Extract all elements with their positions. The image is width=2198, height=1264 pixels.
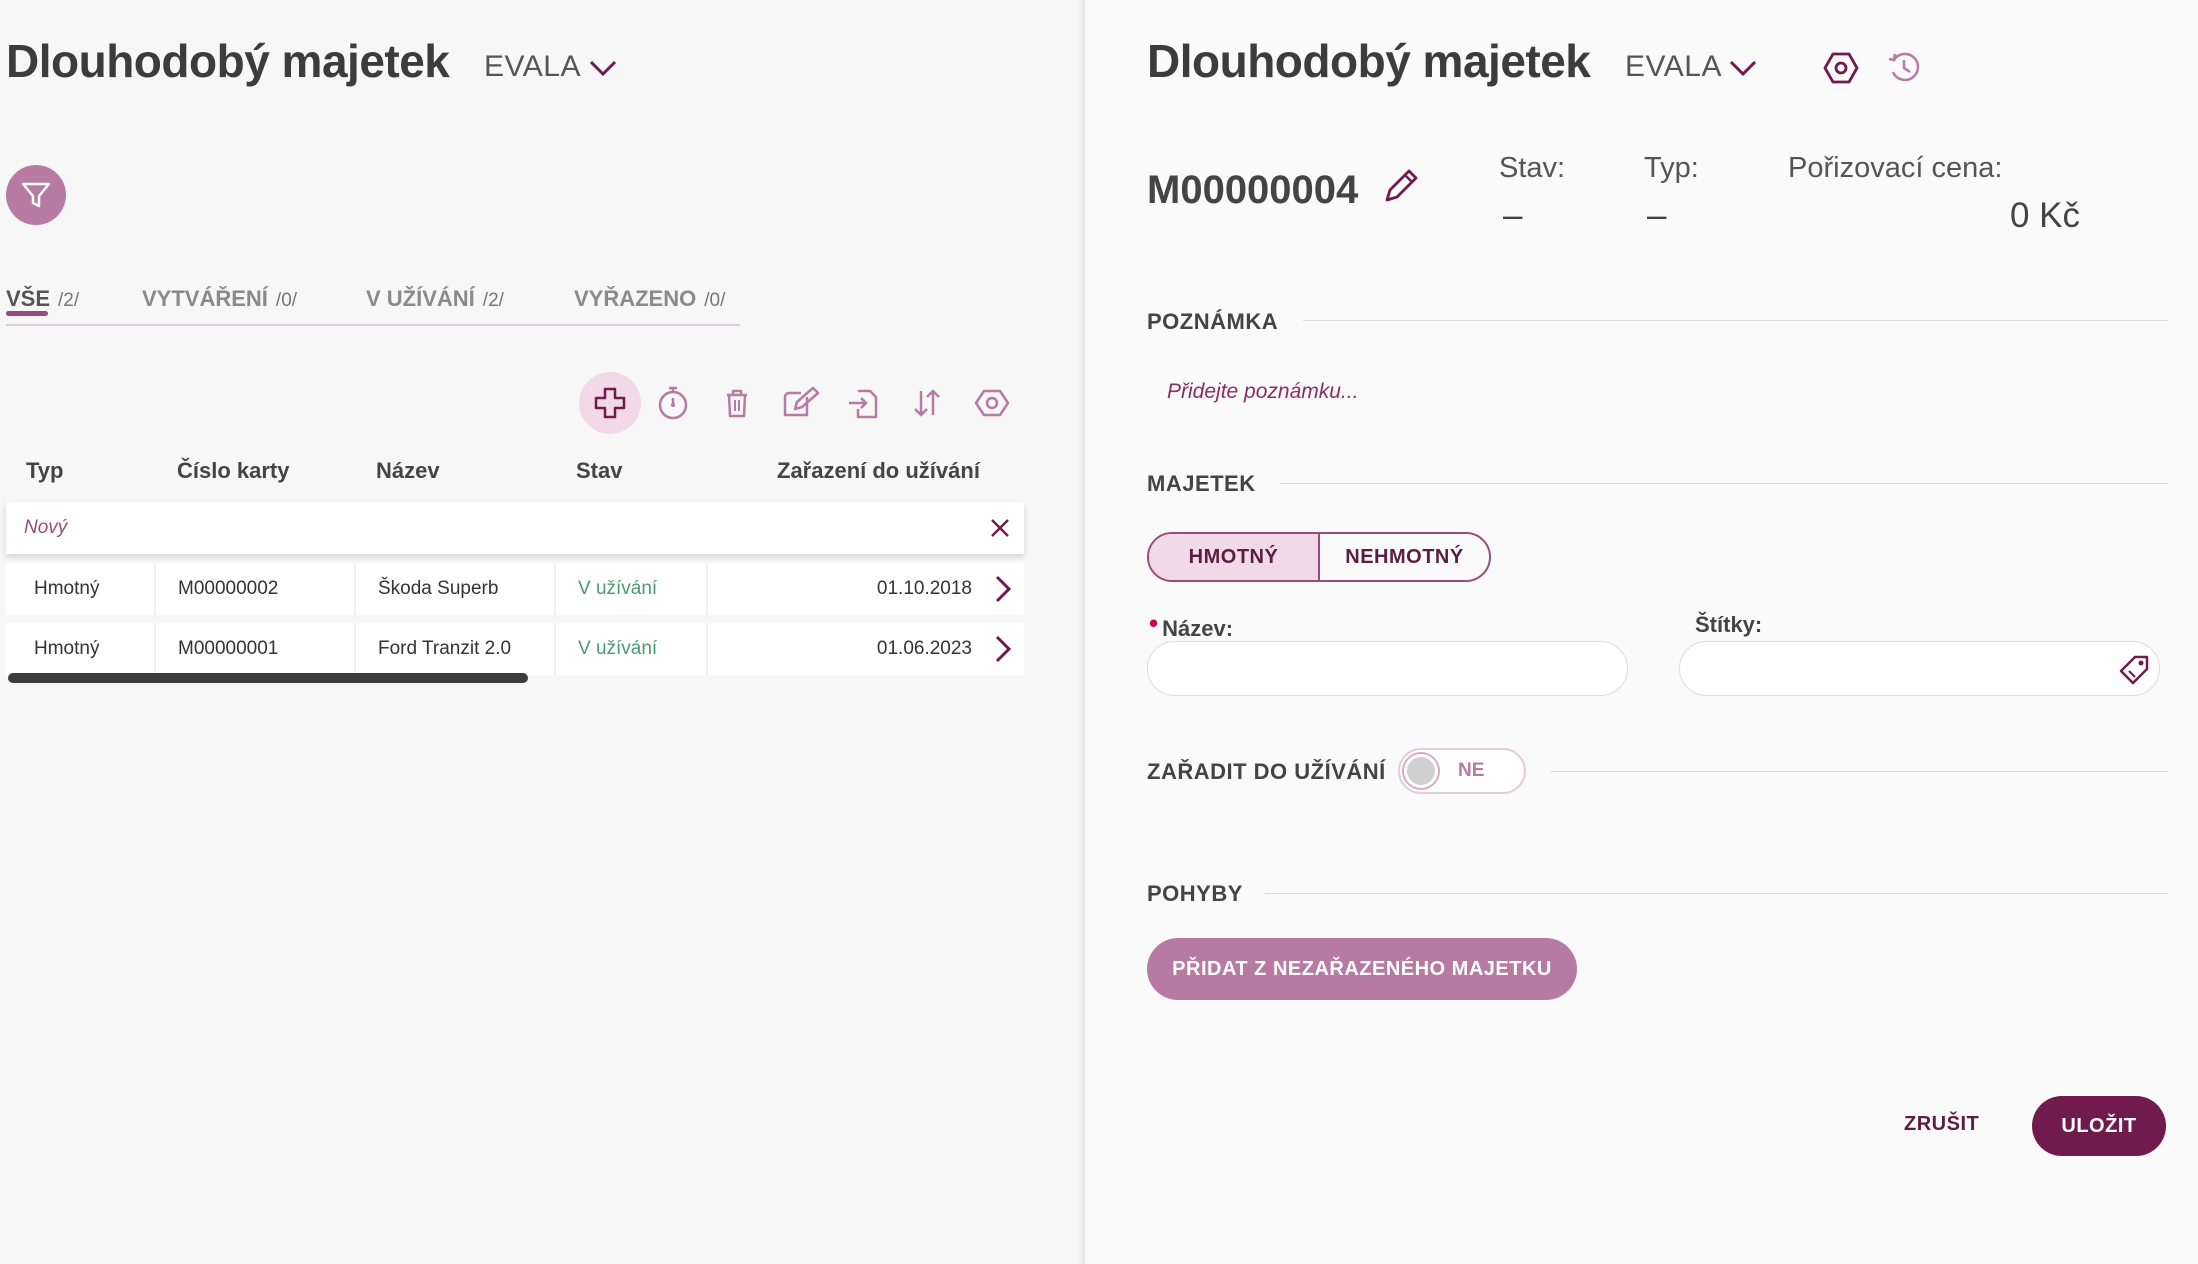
asset-number: M00000004 — [1147, 168, 1359, 212]
detail-company-selector-label[interactable]: EVALA — [1625, 50, 1722, 84]
toggle-state-label: NE — [1458, 760, 1485, 781]
sort-button[interactable] — [896, 372, 958, 434]
table-header: Typ Číslo karty Název Stav Zařazení do u… — [0, 458, 1024, 484]
pencil-icon[interactable] — [1381, 166, 1421, 206]
cell-typ: Hmotný — [6, 623, 156, 675]
delete-button[interactable] — [706, 372, 768, 434]
required-marker: • — [1149, 608, 1159, 638]
cell-nazev: Škoda Superb — [356, 563, 556, 615]
stitky-field-label: Štítky: — [1695, 612, 1763, 637]
gear-icon[interactable] — [1822, 50, 1860, 86]
segment-hmotny[interactable]: HMOTNÝ — [1149, 534, 1320, 580]
save-button[interactable]: ULOŽIT — [2032, 1096, 2166, 1156]
chevron-right-icon[interactable] — [992, 635, 1012, 663]
section-divider — [1550, 771, 2168, 772]
nazev-input[interactable] — [1147, 641, 1628, 696]
section-divider — [1303, 320, 2168, 321]
cell-cislo-karty: M00000002 — [156, 563, 356, 615]
new-row-label: Nový — [24, 517, 68, 538]
table-row[interactable]: Hmotný M00000002 Škoda Superb V užívání … — [6, 563, 1024, 615]
cell-stav: V užívání — [556, 563, 708, 615]
company-selector-label[interactable]: EVALA — [484, 50, 581, 84]
add-from-unassigned-button[interactable]: PŘIDAT Z NEZAŘAZENÉHO MAJETKU — [1147, 938, 1577, 1000]
asset-kind-toggle: HMOTNÝ NEHMOTNÝ — [1147, 532, 1491, 582]
stav-value: – — [1503, 196, 1523, 235]
nazev-field-label: • Název: — [1149, 608, 1234, 643]
typ-label: Typ: — [1644, 152, 1699, 184]
cell-typ: Hmotný — [6, 563, 156, 615]
tab-v-uzivani-count: /2/ — [482, 290, 504, 311]
import-icon — [849, 389, 878, 419]
column-header-cislo-karty[interactable]: Číslo karty — [177, 458, 290, 484]
tags-input[interactable] — [1679, 641, 2160, 696]
filter-icon — [21, 182, 51, 208]
depreciation-button[interactable] — [642, 372, 704, 434]
cell-zarazeni: 01.10.2018 — [876, 578, 972, 599]
chevron-down-icon[interactable] — [588, 58, 618, 78]
trash-icon — [727, 389, 747, 418]
section-title-poznamka: POZNÁMKA — [1147, 309, 1279, 334]
tag-icon[interactable] — [2117, 653, 2151, 687]
detail-title: Dlouhodobý majetek — [1147, 35, 1591, 87]
tab-vse[interactable]: VŠE/2/ — [6, 286, 80, 316]
active-tab-indicator — [6, 311, 48, 316]
section-divider — [1280, 483, 2168, 484]
tab-vytvareni-label: VYTVÁŘENÍ — [142, 286, 268, 311]
tab-vse-count: /2/ — [58, 290, 80, 311]
stav-label: Stav: — [1499, 152, 1566, 184]
put-into-use-toggle[interactable]: NE — [1398, 748, 1526, 794]
settings-button[interactable] — [961, 372, 1023, 434]
cell-nazev: Ford Tranzit 2.0 — [356, 623, 556, 675]
section-title-pohyby: POHYBY — [1147, 881, 1243, 906]
edit-pen-icon — [783, 386, 820, 417]
sort-icon — [914, 389, 940, 417]
column-header-stav[interactable]: Stav — [576, 458, 622, 484]
note-input[interactable]: Přidejte poznámku... — [1167, 380, 1358, 404]
tab-vytvareni[interactable]: VYTVÁŘENÍ/0/ — [142, 286, 297, 312]
asset-list-pane: Dlouhodobý majetek EVALA VŠE/2/ VYTVÁŘEN… — [0, 0, 1085, 1264]
filter-button[interactable] — [6, 165, 66, 225]
section-title-majetek: MAJETEK — [1147, 471, 1256, 496]
pane-divider-shadow — [1077, 0, 1085, 1264]
column-header-zarazeni[interactable]: Zařazení do užívání — [777, 458, 980, 484]
cancel-button[interactable]: ZRUŠIT — [1904, 1113, 1979, 1136]
add-button[interactable] — [579, 372, 641, 434]
horizontal-scrollbar[interactable] — [8, 673, 528, 683]
cell-stav: V užívání — [556, 623, 708, 675]
plus-icon — [594, 387, 626, 419]
tab-vyrazeno-label: VYŘAZENO — [574, 286, 697, 311]
toggle-knob — [1404, 754, 1438, 788]
acquisition-price-value: 0 Kč — [2009, 196, 2080, 235]
chevron-down-icon[interactable] — [1728, 58, 1758, 78]
stopwatch-icon — [658, 386, 688, 420]
page-title: Dlouhodobý majetek — [6, 35, 450, 87]
tab-vyrazeno-count: /0/ — [704, 290, 726, 311]
gear-icon — [974, 389, 1010, 417]
history-icon[interactable] — [1885, 50, 1923, 86]
acquisition-price-label: Pořizovací cena: — [1788, 152, 2003, 184]
segment-nehmotny[interactable]: NEHMOTNÝ — [1320, 534, 1489, 580]
column-header-typ[interactable]: Typ — [26, 458, 63, 484]
typ-value: – — [1647, 196, 1667, 235]
cell-cislo-karty: M00000001 — [156, 623, 356, 675]
cell-zarazeni: 01.06.2023 — [876, 638, 972, 659]
tab-v-uzivani[interactable]: V UŽÍVÁNÍ/2/ — [366, 286, 504, 312]
import-button[interactable] — [833, 372, 895, 434]
tab-vyrazeno[interactable]: VYŘAZENO/0/ — [574, 286, 725, 312]
close-icon[interactable] — [986, 514, 1014, 542]
tab-vse-label: VŠE — [6, 286, 51, 311]
section-divider — [1265, 893, 2168, 894]
asset-detail-pane: Dlouhodobý majetek EVALA M00000004 Stav:… — [1077, 0, 2198, 1264]
table-row[interactable]: Hmotný M00000001 Ford Tranzit 2.0 V užív… — [6, 623, 1024, 675]
section-title-zaradit: ZAŘADIT DO UŽÍVÁNÍ — [1147, 759, 1386, 784]
tab-vytvareni-count: /0/ — [275, 290, 298, 311]
tab-v-uzivani-label: V UŽÍVÁNÍ — [366, 286, 475, 311]
chevron-right-icon[interactable] — [992, 575, 1012, 603]
edit-button[interactable] — [770, 372, 832, 434]
column-header-nazev[interactable]: Název — [376, 458, 440, 484]
nazev-label-text: Název: — [1162, 616, 1234, 641]
status-tabs: VŠE/2/ VYTVÁŘENÍ/0/ V UŽÍVÁNÍ/2/ VYŘAZEN… — [6, 282, 740, 326]
new-row[interactable]: Nový — [6, 502, 1024, 554]
